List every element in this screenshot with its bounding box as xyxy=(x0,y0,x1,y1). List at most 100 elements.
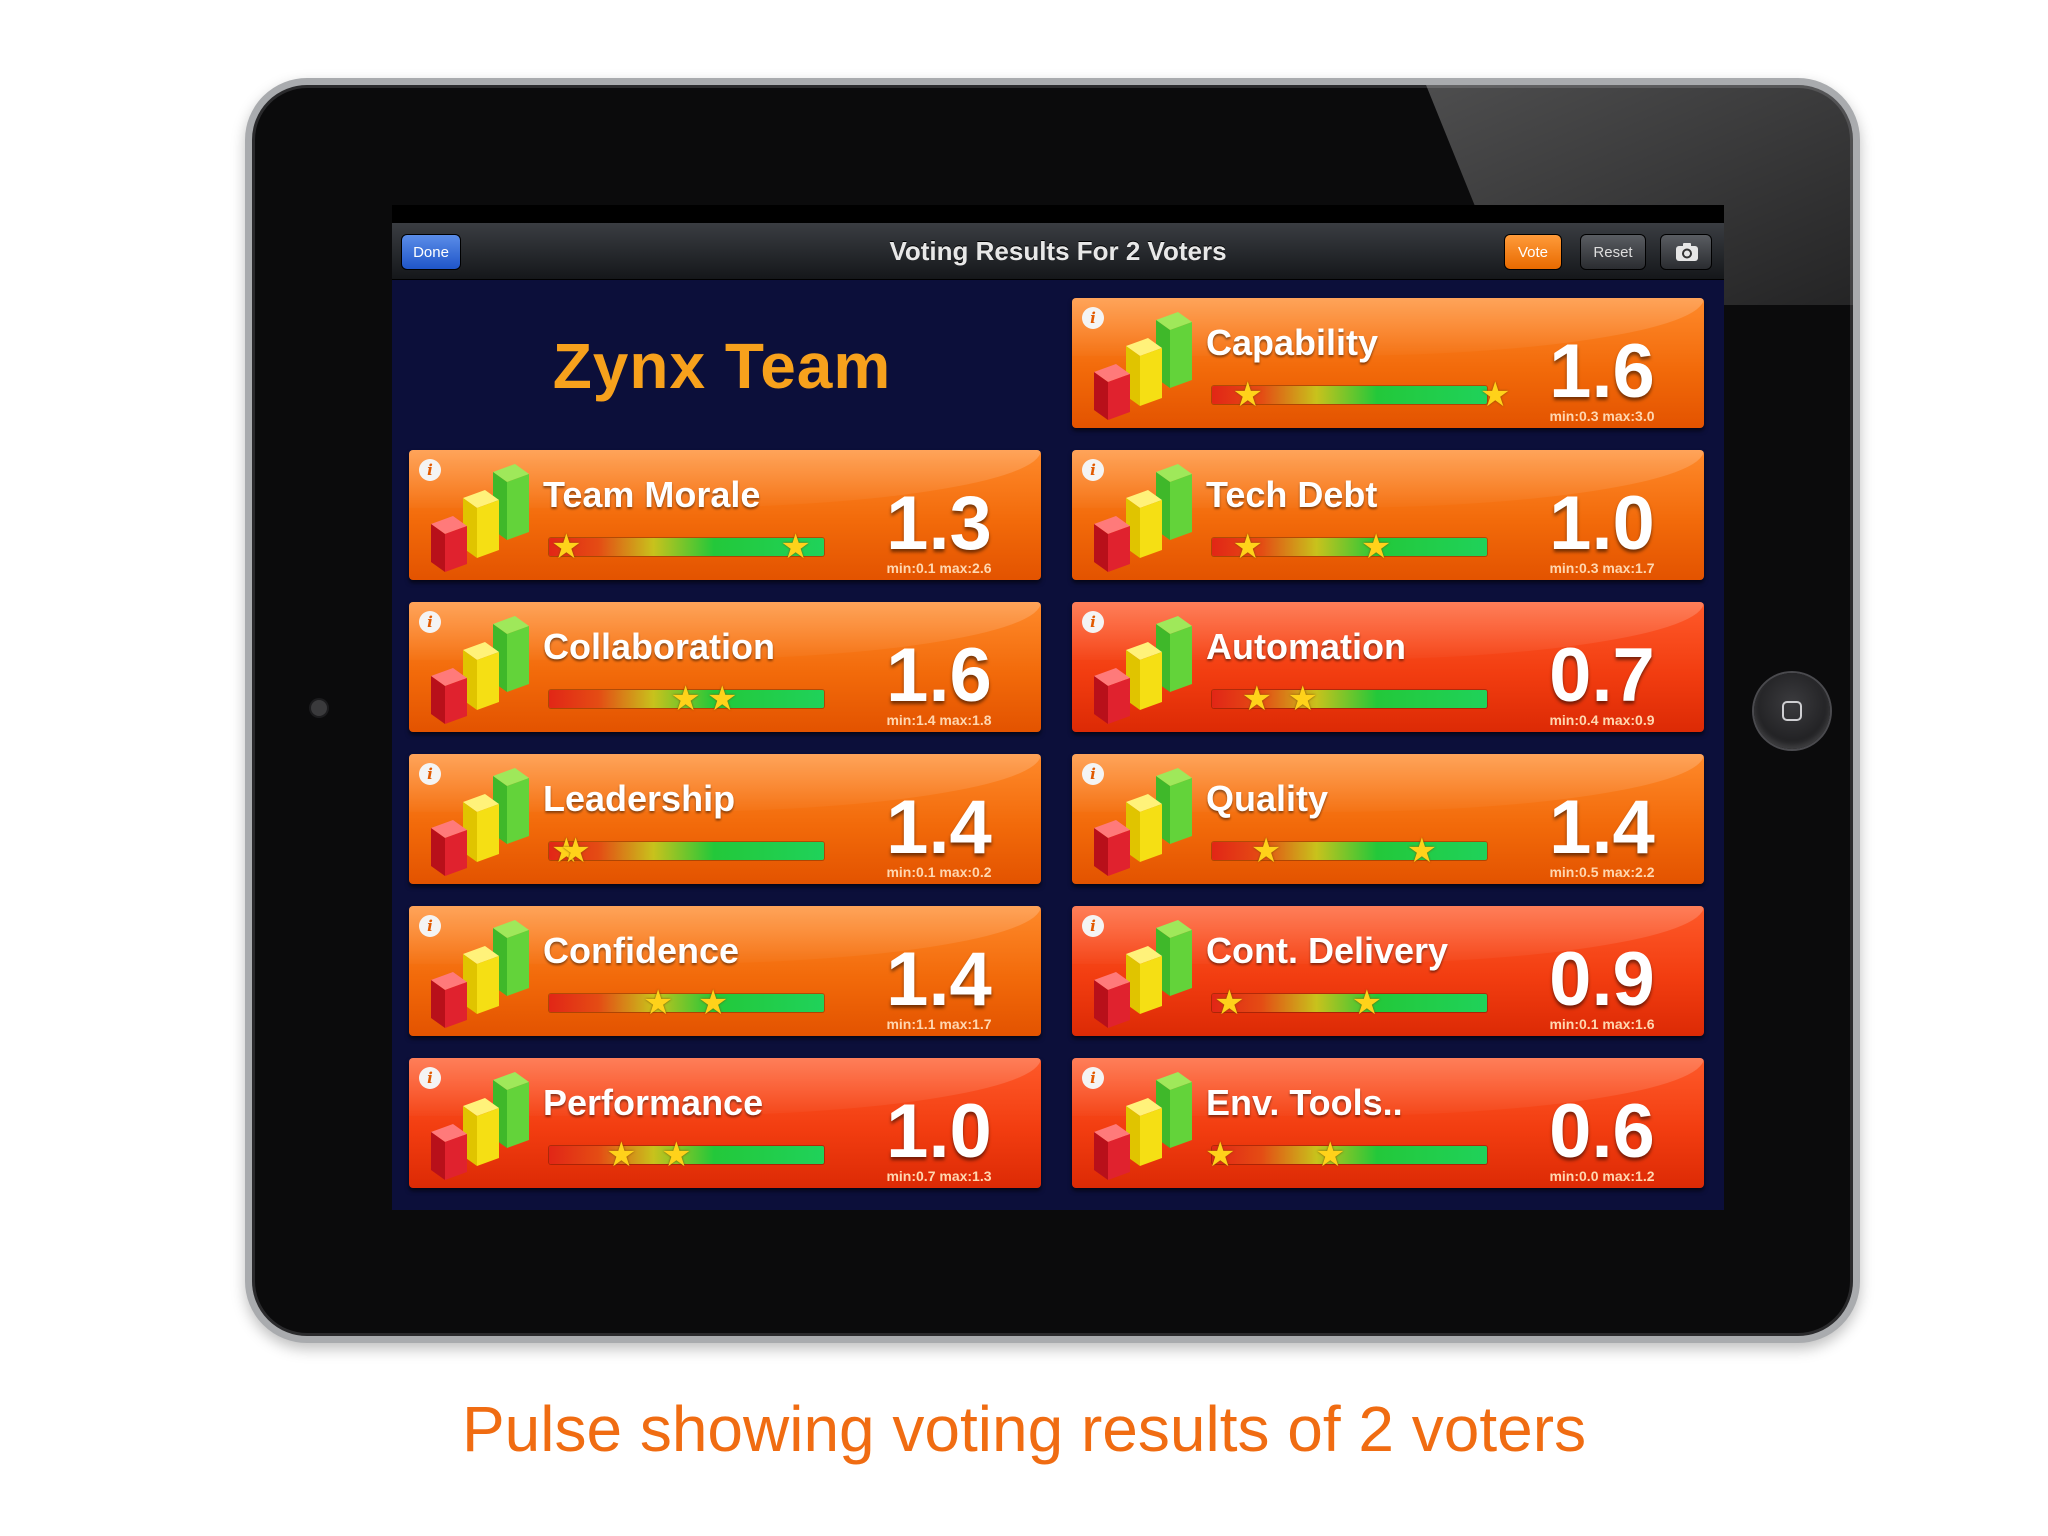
metric-minmax: min:0.7 max:1.3 xyxy=(886,1168,992,1184)
star-max-icon: ★ xyxy=(697,984,729,1022)
cubes-icon xyxy=(1086,310,1198,427)
info-icon[interactable]: i xyxy=(1082,1067,1104,1089)
metric-minmax: min:1.4 max:1.8 xyxy=(886,712,992,728)
info-icon[interactable]: i xyxy=(419,1067,441,1089)
metric-card[interactable]: i Confidence ★ ★ 1.4 min:1.1 max:1.7 xyxy=(409,906,1041,1036)
star-max-icon: ★ xyxy=(707,680,738,718)
star-min-icon: ★ xyxy=(606,1136,637,1174)
star-min-icon: ★ xyxy=(551,528,582,566)
navigation-bar: Voting Results For 2 Voters Done Vote Re… xyxy=(392,223,1724,280)
metric-minmax: min:0.0 max:1.2 xyxy=(1549,1168,1655,1184)
done-button[interactable]: Done xyxy=(401,234,461,270)
cubes-icon xyxy=(423,1070,535,1187)
metric-score: 1.6 xyxy=(1549,329,1655,414)
front-camera xyxy=(311,700,327,716)
metric-card[interactable]: i Collaboration ★ ★ 1.6 min:1.4 max:1.8 xyxy=(409,602,1041,732)
info-icon[interactable]: i xyxy=(1082,611,1104,633)
metric-minmax: min:1.1 max:1.7 xyxy=(886,1016,992,1032)
metric-score: 1.4 xyxy=(886,785,992,870)
metric-label: Capability xyxy=(1206,322,1379,363)
metric-label: Collaboration xyxy=(543,626,775,667)
star-max-icon: ★ xyxy=(1480,376,1511,414)
metric-minmax: min:0.5 max:2.2 xyxy=(1549,864,1655,880)
metric-minmax: min:0.1 max:2.6 xyxy=(886,560,992,576)
range-bar xyxy=(1212,1146,1487,1164)
metric-card[interactable]: i Tech Debt ★ ★ 1.0 min:0.3 max:1.7 xyxy=(1072,450,1704,580)
caption: Pulse showing voting results of 2 voters xyxy=(461,1393,1587,1465)
cubes-icon xyxy=(423,614,535,731)
range-bar xyxy=(1212,994,1487,1012)
metric-label: Cont. Delivery xyxy=(1206,930,1449,971)
info-icon[interactable]: i xyxy=(1082,459,1104,481)
metric-label: Performance xyxy=(543,1082,764,1123)
cubes-icon xyxy=(423,766,535,883)
metric-score: 0.9 xyxy=(1549,937,1655,1022)
star-max-icon: ★ xyxy=(1351,984,1383,1022)
star-max-icon: ★ xyxy=(661,1136,692,1174)
metric-score: 0.7 xyxy=(1549,633,1655,718)
home-button[interactable] xyxy=(1754,673,1830,749)
metric-card[interactable]: i Capability ★ ★ 1.6 min:0.3 max:3.0 xyxy=(1072,298,1704,428)
cubes-icon xyxy=(1086,1070,1198,1187)
star-min-icon: ★ xyxy=(1214,984,1245,1022)
metric-minmax: min:0.4 max:0.9 xyxy=(1549,712,1655,728)
range-bar xyxy=(549,994,824,1012)
star-min-icon: ★ xyxy=(1232,376,1263,414)
metric-score: 1.0 xyxy=(886,1089,992,1174)
star-max-icon: ★ xyxy=(1287,680,1318,718)
metric-label: Leadership xyxy=(543,778,736,819)
team-name: Zynx Team xyxy=(552,330,892,402)
vote-button[interactable]: Vote xyxy=(1504,234,1562,270)
star-min-icon: ★ xyxy=(1232,528,1263,566)
metric-card[interactable]: i Leadership ★ ★ 1.4 min:0.1 max:0.2 xyxy=(409,754,1041,884)
info-icon[interactable]: i xyxy=(419,459,441,481)
metric-card[interactable]: i Cont. Delivery ★ ★ 0.9 min:0.1 max:1.6 xyxy=(1072,906,1704,1036)
star-max-icon: ★ xyxy=(1360,528,1392,566)
star-min-icon: ★ xyxy=(1241,680,1273,718)
star-min-icon: ★ xyxy=(1250,832,1282,870)
metric-score: 1.6 xyxy=(886,633,992,718)
metric-score: 1.4 xyxy=(886,937,992,1022)
star-max-icon: ★ xyxy=(560,832,591,870)
metric-score: 1.0 xyxy=(1549,481,1655,566)
metric-score: 0.6 xyxy=(1549,1089,1655,1174)
metric-label: Team Morale xyxy=(543,474,761,515)
metric-card[interactable]: i Env. Tools.. ★ ★ 0.6 min:0.0 max:1.2 xyxy=(1072,1058,1704,1188)
star-min-icon: ★ xyxy=(670,680,701,718)
cubes-icon xyxy=(1086,918,1198,1035)
metric-card[interactable]: i Performance ★ ★ 1.0 min:0.7 max:1.3 xyxy=(409,1058,1041,1188)
metric-minmax: min:0.1 max:0.2 xyxy=(886,864,992,880)
cubes-icon xyxy=(423,918,535,1035)
cubes-icon xyxy=(1086,766,1198,883)
home-square-icon xyxy=(1782,701,1802,721)
info-icon[interactable]: i xyxy=(1082,763,1104,785)
reset-button[interactable]: Reset xyxy=(1580,234,1646,270)
status-bar xyxy=(392,205,1724,223)
star-max-icon: ★ xyxy=(780,528,811,566)
info-icon[interactable]: i xyxy=(419,915,441,937)
metric-label: Quality xyxy=(1206,778,1329,819)
metric-label: Confidence xyxy=(543,930,740,971)
metric-card[interactable]: i Team Morale ★ ★ 1.3 min:0.1 max:2.6 xyxy=(409,450,1041,580)
metric-label: Env. Tools.. xyxy=(1206,1082,1403,1123)
metric-card[interactable]: i Quality ★ ★ 1.4 min:0.5 max:2.2 xyxy=(1072,754,1704,884)
metric-card[interactable]: i Automation ★ ★ 0.7 min:0.4 max:0.9 xyxy=(1072,602,1704,732)
app-screen: Voting Results For 2 Voters Done Vote Re… xyxy=(392,205,1724,1210)
metric-minmax: min:0.3 max:1.7 xyxy=(1549,560,1655,576)
info-icon[interactable]: i xyxy=(1082,915,1104,937)
star-max-icon: ★ xyxy=(1315,1136,1346,1174)
star-max-icon: ★ xyxy=(1406,832,1438,870)
metric-score: 1.4 xyxy=(1549,785,1655,870)
cubes-icon xyxy=(423,462,535,579)
metric-minmax: min:0.3 max:3.0 xyxy=(1549,408,1655,424)
info-icon[interactable]: i xyxy=(1082,307,1104,329)
info-icon[interactable]: i xyxy=(419,611,441,633)
metric-score: 1.3 xyxy=(886,481,992,566)
metric-minmax: min:0.1 max:1.6 xyxy=(1549,1016,1655,1032)
star-min-icon: ★ xyxy=(642,984,674,1022)
cubes-icon xyxy=(1086,462,1198,579)
star-min-icon: ★ xyxy=(1205,1136,1236,1174)
camera-button[interactable] xyxy=(1660,234,1712,270)
info-icon[interactable]: i xyxy=(419,763,441,785)
metric-label: Automation xyxy=(1206,626,1406,667)
